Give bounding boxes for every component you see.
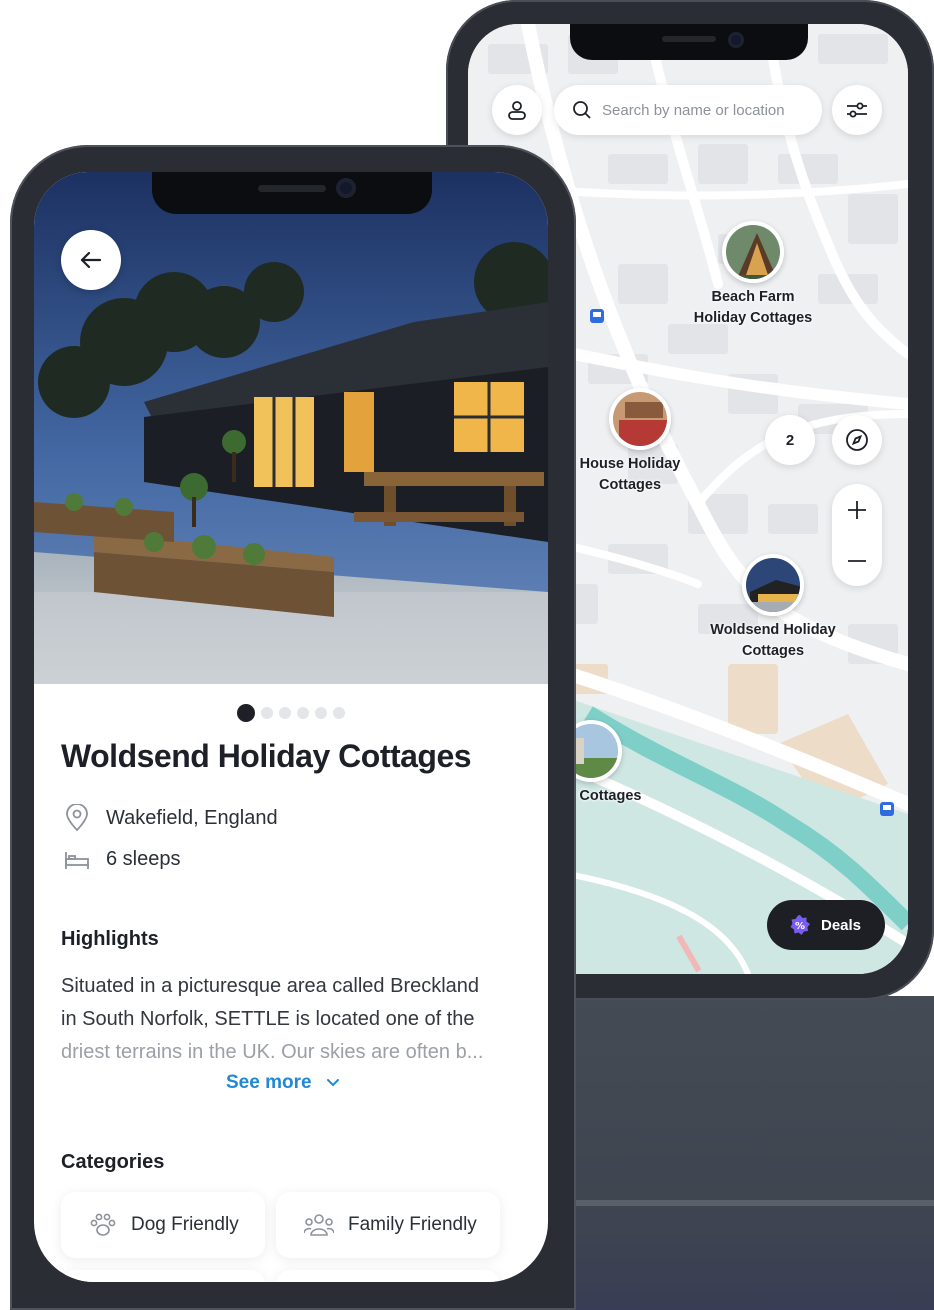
plus-icon [848, 500, 866, 519]
family-icon [304, 1214, 334, 1236]
back-button[interactable] [61, 230, 121, 290]
device-shadow-panel [572, 996, 934, 1310]
carousel-dot[interactable] [279, 707, 291, 719]
cluster-marker[interactable]: 2 [765, 415, 815, 465]
svg-text:%: % [795, 921, 805, 932]
search-bar[interactable] [554, 85, 822, 135]
carousel-dot[interactable] [237, 704, 255, 722]
detail-screen: Woldsend Holiday Cottages Wakefield, Eng… [34, 172, 548, 1282]
sleeps-row: 6 sleeps [64, 848, 181, 871]
profile-button[interactable] [492, 85, 542, 135]
detail-phone-notch [152, 172, 432, 214]
carousel-indicator [34, 704, 548, 722]
minus-icon [848, 559, 866, 562]
category-chip-family-friendly[interactable]: Family Friendly [276, 1192, 500, 1258]
user-icon [508, 101, 526, 120]
zoom-out-button[interactable] [832, 535, 882, 586]
highlights-text: Situated in a picturesque area called Br… [61, 975, 484, 1063]
property-thumbnail [742, 554, 804, 616]
carousel-dot[interactable] [297, 707, 309, 719]
filter-button[interactable] [832, 85, 882, 135]
search-icon [573, 101, 591, 119]
location-row: Wakefield, England [64, 804, 278, 832]
categories-heading: Categories [61, 1151, 165, 1173]
property-title: Woldsend Holiday Cottages [61, 738, 472, 774]
sleeps-text: 6 sleeps [106, 848, 181, 870]
property-thumbnail [609, 388, 671, 450]
chevron-down-icon [326, 1079, 339, 1087]
zoom-in-button[interactable] [832, 484, 882, 535]
carousel-dot[interactable] [261, 707, 273, 719]
arrow-left-icon [80, 251, 102, 269]
location-pin-icon [66, 804, 88, 832]
see-more-link[interactable]: See more [226, 1072, 340, 1094]
discount-badge-icon: % [790, 915, 810, 935]
category-chip-partial[interactable] [61, 1270, 265, 1282]
map-phone-notch [570, 24, 808, 60]
paw-icon [90, 1213, 116, 1236]
search-input[interactable] [602, 101, 802, 119]
category-chip-partial[interactable] [276, 1270, 500, 1282]
map-pin-house-holiday[interactable]: House Holiday Cottages [578, 388, 702, 496]
zoom-controls [832, 484, 882, 586]
category-chip-dog-friendly[interactable]: Dog Friendly [61, 1192, 265, 1258]
sliders-icon [847, 102, 867, 118]
carousel-dot[interactable] [315, 707, 327, 719]
deals-button[interactable]: % Deals [767, 900, 885, 950]
map-pin-beach-farm[interactable]: Beach Farm Holiday Cottages [673, 221, 833, 329]
locate-button[interactable] [832, 415, 882, 465]
compass-icon [846, 429, 868, 451]
location-text: Wakefield, England [106, 806, 278, 829]
highlights-heading: Highlights [61, 928, 159, 950]
bed-icon [65, 851, 89, 869]
property-thumbnail [722, 221, 784, 283]
carousel-dot[interactable] [333, 707, 345, 719]
